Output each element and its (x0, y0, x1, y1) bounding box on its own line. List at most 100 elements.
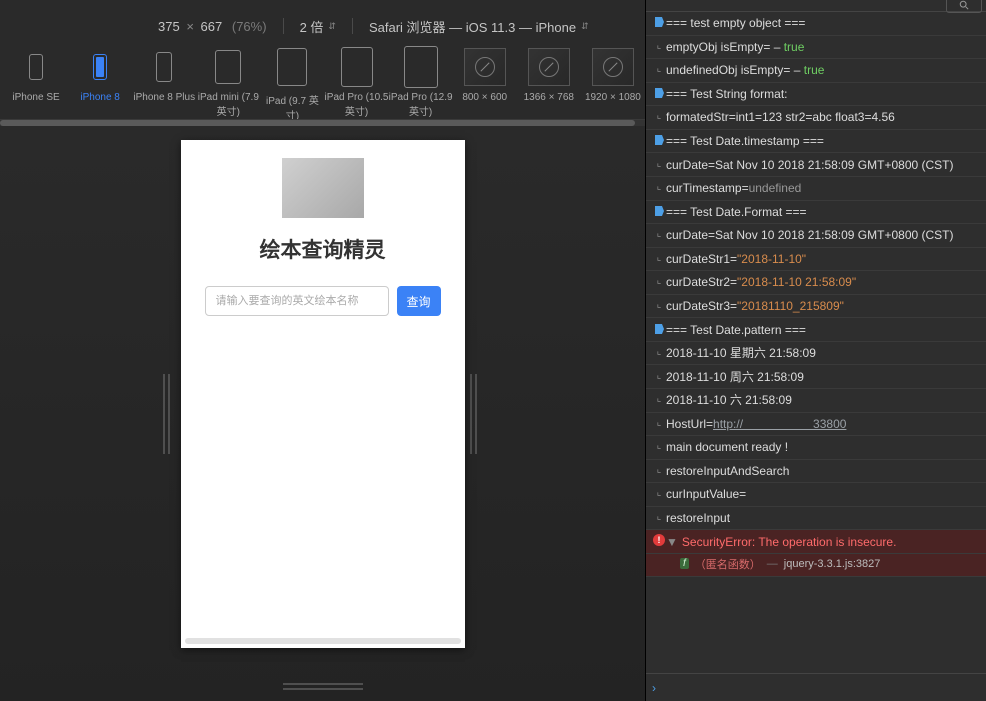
console-log-row[interactable]: ⌞curDateStr3="20181110_215809" (646, 295, 986, 319)
console-log-message: 2018-11-10 星期六 21:58:09 (666, 345, 980, 361)
console-log-message: formatedStr=int1=123 str2=abc float3=4.5… (666, 109, 980, 125)
prompt-chevron-icon: › (652, 681, 656, 695)
page-content: 绘本查询精灵 查询 (181, 140, 465, 316)
app-logo-image (282, 158, 364, 218)
console-log-row[interactable]: ⌞restoreInput (646, 507, 986, 531)
phone-icon (93, 54, 107, 80)
chevron-updown-icon: ⇵ (328, 21, 336, 32)
resize-handle-bottom[interactable] (283, 683, 363, 689)
log-caret-icon: ⌞ (652, 227, 666, 241)
tablet-icon (341, 47, 373, 87)
viewport-dimensions[interactable]: 375 × 667 (76%) (158, 19, 267, 34)
user-agent-selector[interactable]: Safari 浏览器 — iOS 11.3 — iPhone⇵ (369, 17, 589, 36)
console-log-message: === test empty object === (666, 15, 980, 31)
console-log-message: restoreInputAndSearch (666, 463, 980, 479)
device-preset[interactable]: iPad mini (7.9 英寸) (196, 46, 260, 118)
device-label: iPhone 8 (80, 92, 119, 103)
search-input[interactable] (205, 286, 389, 316)
device-preset[interactable]: iPhone 8 (68, 46, 132, 103)
preview-area: 绘本查询精灵 查询 (0, 126, 645, 701)
log-info-icon (652, 204, 666, 214)
console-log-row[interactable]: ⌞main document ready ! (646, 436, 986, 460)
console-log-row[interactable]: ⌞2018-11-10 周六 21:58:09 (646, 365, 986, 389)
log-caret-icon: ⌞ (652, 463, 666, 477)
compass-icon (592, 48, 634, 86)
resize-handle-left[interactable] (163, 374, 175, 454)
console-log-row[interactable]: === Test Date.pattern === (646, 318, 986, 342)
phone-icon (29, 54, 43, 80)
log-caret-icon: ⌞ (652, 416, 666, 430)
device-preset[interactable]: 1366 × 768 (517, 46, 581, 103)
device-label: 1920 × 1080 (585, 92, 641, 103)
log-caret-icon: ⌞ (652, 109, 666, 123)
device-label: 1366 × 768 (524, 92, 574, 103)
console-log-row[interactable]: ⌞formatedStr=int1=123 str2=abc float3=4.… (646, 106, 986, 130)
console-log-row[interactable]: === test empty object === (646, 12, 986, 36)
console-log-row[interactable]: === Test Date.timestamp === (646, 130, 986, 154)
device-label: iPad (9.7 英寸) (260, 92, 324, 120)
console-log-row[interactable]: === Test Date.Format === (646, 201, 986, 225)
device-label: iPad mini (7.9 英寸) (196, 92, 260, 118)
device-preset[interactable]: iPad Pro (10.5 英寸) (324, 46, 388, 118)
device-label: iPhone 8 Plus (133, 92, 195, 103)
zoom-selector[interactable]: 2 倍⇵ (300, 17, 336, 36)
console-log-list[interactable]: === test empty object === ⌞emptyObj isEmp… (646, 12, 986, 673)
console-log-row[interactable]: ⌞curDateStr2="2018-11-10 21:58:09" (646, 271, 986, 295)
console-error-row[interactable]: !▼SecurityError: The operation is insecu… (646, 530, 986, 554)
tablet-icon (215, 50, 241, 84)
device-label: iPhone SE (12, 92, 59, 103)
console-log-message: === Test Date.timestamp === (666, 133, 980, 149)
console-error-source[interactable]: f（匿名函数）—jquery-3.3.1.js:3827 (646, 554, 986, 577)
console-log-message: 2018-11-10 六 21:58:09 (666, 392, 980, 408)
console-error-message: ▼SecurityError: The operation is insecur… (666, 534, 980, 550)
console-log-row[interactable]: ⌞curInputValue= (646, 483, 986, 507)
device-preset[interactable]: 1920 × 1080 (581, 46, 645, 103)
console-log-message: === Test Date.pattern === (666, 322, 980, 338)
device-preset[interactable]: iPhone 8 Plus (132, 46, 196, 103)
console-prompt[interactable]: › (646, 673, 986, 701)
log-caret-icon: ⌞ (652, 345, 666, 359)
toolbar-separator (352, 18, 353, 34)
frame-horizontal-scrollbar[interactable] (185, 638, 461, 644)
log-caret-icon: ⌞ (652, 157, 666, 171)
console-log-message: === Test Date.Format === (666, 204, 980, 220)
log-caret-icon: ⌞ (652, 392, 666, 406)
log-info-icon (652, 86, 666, 96)
console-log-row[interactable]: ⌞restoreInputAndSearch (646, 460, 986, 484)
console-log-row[interactable]: ⌞2018-11-10 星期六 21:58:09 (646, 342, 986, 366)
log-info-icon (652, 15, 666, 25)
device-preset[interactable]: iPhone SE (4, 46, 68, 103)
log-caret-icon: ⌞ (652, 486, 666, 500)
console-log-message: curDateStr1="2018-11-10" (666, 251, 980, 267)
log-caret-icon: ⌞ (652, 298, 666, 312)
disclosure-triangle-icon[interactable]: ▼ (666, 535, 678, 549)
search-button[interactable]: 查询 (397, 286, 441, 316)
console-log-message: curTimestamp=undefined (666, 180, 980, 196)
console-log-message: HostUrl=http:// 33800 (666, 416, 980, 432)
device-preset[interactable]: iPad (9.7 英寸) (260, 46, 324, 120)
device-label: iPad Pro (12.9 英寸) (389, 92, 453, 118)
console-log-row[interactable]: ⌞emptyObj isEmpty= – true (646, 36, 986, 60)
console-log-row[interactable]: ⌞2018-11-10 六 21:58:09 (646, 389, 986, 413)
search-icon (959, 0, 969, 10)
console-toolbar (646, 0, 986, 12)
console-search-button[interactable] (946, 0, 982, 13)
log-info-icon (652, 133, 666, 143)
console-log-message: curDateStr3="20181110_215809" (666, 298, 980, 314)
console-log-row[interactable]: ⌞curDate=Sat Nov 10 2018 21:58:09 GMT+08… (646, 224, 986, 248)
console-log-row[interactable]: ⌞HostUrl=http:// 33800 (646, 413, 986, 437)
device-preset[interactable]: iPad Pro (12.9 英寸) (389, 46, 453, 118)
log-caret-icon: ⌞ (652, 180, 666, 194)
console-log-row[interactable]: ⌞curTimestamp=undefined (646, 177, 986, 201)
console-panel: === test empty object === ⌞emptyObj isEmp… (645, 0, 986, 701)
device-label: iPad Pro (10.5 英寸) (324, 92, 388, 118)
responsive-design-panel: 375 × 667 (76%) 2 倍⇵ Safari 浏览器 — iOS 11… (0, 0, 645, 701)
resize-handle-right[interactable] (470, 374, 482, 454)
console-log-row[interactable]: ⌞curDate=Sat Nov 10 2018 21:58:09 GMT+08… (646, 153, 986, 177)
console-log-row[interactable]: ⌞undefinedObj isEmpty= – true (646, 59, 986, 83)
device-preset[interactable]: 800 × 600 (453, 46, 517, 103)
console-log-row[interactable]: === Test String format: (646, 83, 986, 107)
console-log-row[interactable]: ⌞curDateStr1="2018-11-10" (646, 248, 986, 272)
log-caret-icon: ⌞ (652, 439, 666, 453)
device-preset-bar: iPhone SE iPhone 8 iPhone 8 PlusiPad mini … (0, 34, 645, 120)
